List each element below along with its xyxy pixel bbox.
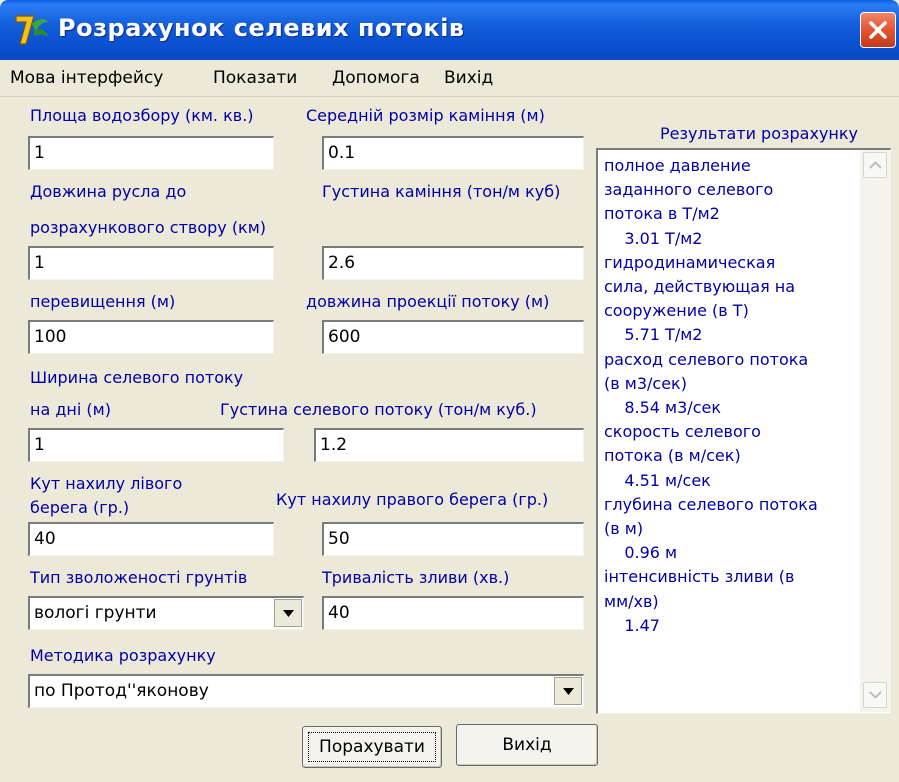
scroll-down-button[interactable] — [863, 682, 887, 708]
results-text: полное давление заданного селевого поток… — [604, 156, 818, 635]
menu-exit[interactable]: Вихід — [444, 68, 493, 88]
left-slope-label-line2: берега (гр.) — [30, 498, 130, 517]
calculate-button[interactable]: Порахувати — [302, 726, 442, 768]
soil-type-value: вологі грунти — [34, 603, 157, 623]
bottom-width-label-line2: на дні (м) — [30, 400, 111, 419]
menu-show[interactable]: Показати — [213, 68, 297, 88]
soil-type-label: Тип зволоженості грунтів — [30, 568, 248, 587]
menu-help[interactable]: Допомога — [332, 68, 420, 88]
focus-indicator — [308, 732, 436, 762]
channel-length-label-line1: Довжина русла до — [30, 182, 187, 201]
menu-interface-language[interactable]: Мова інтерфейсу — [10, 68, 163, 88]
chevron-down-icon — [283, 610, 294, 617]
right-slope-input[interactable]: 50 — [322, 522, 584, 556]
results-title: Результати розрахунку — [660, 124, 858, 143]
method-label: Методика розрахунку — [30, 646, 216, 665]
projection-length-label: довжина проекції потоку (м) — [306, 292, 550, 311]
soil-type-select[interactable]: вологі грунти — [28, 596, 304, 630]
channel-length-input[interactable]: 1 — [28, 246, 274, 280]
window-title: Розрахунок селевих потоків — [58, 14, 465, 42]
results-scrollbar[interactable] — [860, 150, 890, 712]
area-input[interactable]: 1 — [28, 136, 274, 170]
exit-button[interactable]: Вихід — [456, 724, 598, 766]
right-slope-label: Кут нахилу правого берега (гр.) — [276, 490, 549, 509]
close-icon — [869, 21, 887, 39]
soil-type-dropdown-button[interactable] — [274, 599, 302, 627]
rain-duration-input[interactable]: 40 — [322, 596, 584, 630]
flow-density-input[interactable]: 1.2 — [314, 428, 584, 462]
flow-density-label: Густина селевого потоку (тон/м куб.) — [220, 400, 537, 419]
chevron-down-icon — [563, 688, 574, 695]
menu-bar: Мова інтерфейсу Показати Допомога Вихід — [0, 60, 899, 97]
method-dropdown-button[interactable] — [554, 677, 582, 705]
close-button[interactable] — [860, 12, 896, 48]
title-bar[interactable]: Розрахунок селевих потоків — [0, 0, 899, 60]
bottom-width-input[interactable]: 1 — [28, 428, 284, 462]
stone-size-input[interactable]: 0.1 — [322, 136, 584, 170]
results-textarea[interactable]: полное давление заданного селевого поток… — [596, 148, 891, 714]
channel-length-label-line2: розрахункового створу (км) — [30, 218, 267, 237]
method-value: по Протод''яконову — [34, 681, 209, 701]
chevron-up-icon — [869, 161, 882, 169]
left-slope-input[interactable]: 40 — [28, 522, 274, 556]
method-select[interactable]: по Протод''яконову — [28, 674, 584, 708]
stone-density-label: Густина каміння (тон/м куб) — [322, 182, 561, 201]
app-logo-icon — [15, 15, 48, 45]
stone-density-input[interactable]: 2.6 — [322, 246, 584, 280]
elevation-input[interactable]: 100 — [28, 320, 274, 354]
bottom-width-label-line1: Ширина селевого потоку — [30, 368, 244, 387]
area-label: Площа водозбору (км. кв.) — [30, 106, 254, 125]
projection-length-input[interactable]: 600 — [322, 320, 584, 354]
chevron-down-icon — [869, 691, 882, 699]
exit-button-label: Вихід — [502, 735, 552, 755]
rain-duration-label: Тривалість зливи (хв.) — [322, 568, 510, 587]
elevation-label: перевищення (м) — [30, 292, 176, 311]
scroll-up-button[interactable] — [863, 152, 887, 178]
stone-size-label: Середній розмір каміння (м) — [306, 106, 545, 125]
left-slope-label-line1: Кут нахилу лівого — [30, 474, 183, 493]
